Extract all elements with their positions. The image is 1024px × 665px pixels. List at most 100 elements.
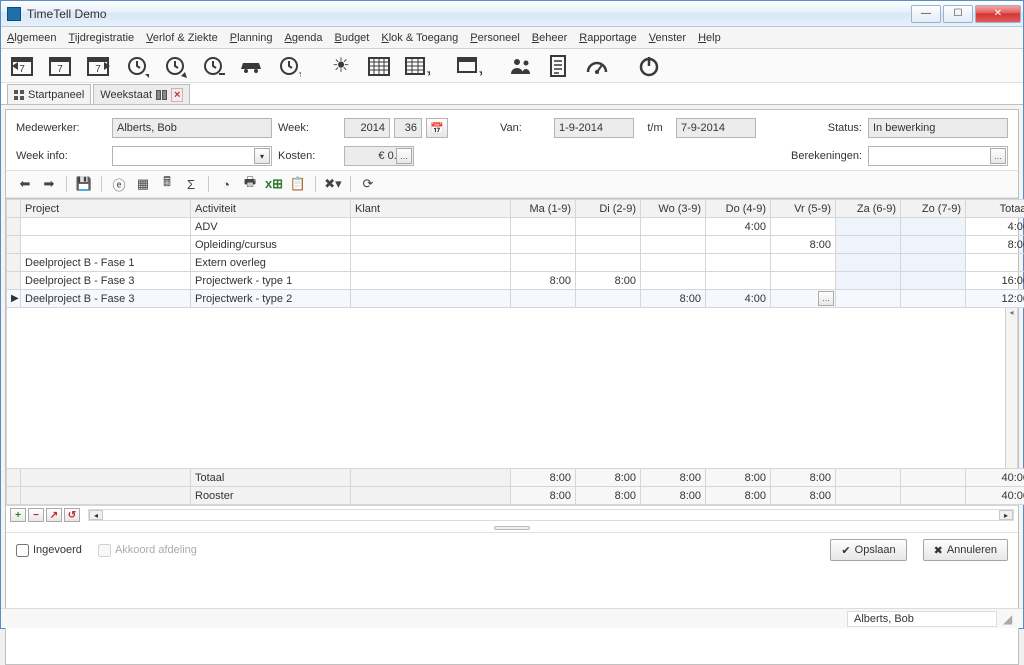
calendar-picker-button[interactable]: 📅 bbox=[426, 118, 448, 138]
resize-grip-icon[interactable]: ◢ bbox=[1003, 612, 1017, 626]
nav-next-icon[interactable]: ➡ bbox=[40, 175, 58, 193]
ellipsis-icon[interactable]: … bbox=[990, 148, 1006, 164]
splitter-handle[interactable] bbox=[6, 524, 1018, 532]
window-maximize-button[interactable]: ☐ bbox=[943, 5, 973, 23]
table-row[interactable]: Deelproject B - Fase 3Projectwerk - type… bbox=[7, 272, 1024, 290]
toolbar-car-icon[interactable] bbox=[237, 52, 265, 80]
col-klant[interactable]: Klant bbox=[351, 200, 511, 218]
window-split-icon bbox=[156, 90, 167, 100]
col-activiteit[interactable]: Activiteit bbox=[191, 200, 351, 218]
toolbar-clock-star-icon[interactable]: ★ bbox=[275, 52, 303, 80]
row-dup-button[interactable]: ↗ bbox=[46, 508, 62, 522]
week-number-field[interactable]: 36 bbox=[394, 118, 422, 138]
menu-venster[interactable]: Venster bbox=[649, 32, 686, 44]
window-minimize-button[interactable]: — bbox=[911, 5, 941, 23]
tm-label: t/m bbox=[640, 122, 670, 134]
toolbar-week-prev-icon[interactable]: 7 bbox=[9, 52, 37, 80]
menu-rapportage[interactable]: Rapportage bbox=[579, 32, 637, 44]
scroll-indicator-icon[interactable]: ◂ bbox=[1005, 308, 1017, 468]
col-vr[interactable]: Vr (5-9) bbox=[771, 200, 836, 218]
menu-verlof-ziekte[interactable]: Verlof & Ziekte bbox=[146, 32, 218, 44]
ellipsis-icon[interactable]: … bbox=[396, 148, 412, 164]
row-header-column bbox=[7, 200, 21, 218]
col-totaal[interactable]: Totaal bbox=[966, 200, 1024, 218]
col-project[interactable]: Project bbox=[21, 200, 191, 218]
col-di[interactable]: Di (2-9) bbox=[576, 200, 641, 218]
menu-help[interactable]: Help bbox=[698, 32, 721, 44]
tab-weekstaat-label: Weekstaat bbox=[100, 89, 152, 101]
print-icon[interactable]: 🖶 bbox=[241, 175, 259, 193]
toolbar-calendar-star-icon[interactable]: ★ bbox=[403, 52, 431, 80]
excel-icon[interactable]: x⊞ bbox=[265, 175, 283, 193]
weekinfo-dropdown[interactable]: ▾ bbox=[112, 146, 272, 166]
toolbar-week-current-icon[interactable]: 7 bbox=[47, 52, 75, 80]
scroll-left-icon[interactable]: ◂ bbox=[89, 510, 103, 520]
window-title: TimeTell Demo bbox=[27, 7, 909, 21]
col-do[interactable]: Do (4-9) bbox=[706, 200, 771, 218]
table-row[interactable]: ADV4:004:00 bbox=[7, 218, 1024, 236]
toolbar-sun-icon[interactable]: ☀ bbox=[327, 52, 355, 80]
euro-icon[interactable]: ⓔ bbox=[110, 175, 128, 193]
calc-icon[interactable]: 🖩 bbox=[158, 175, 176, 193]
row-undo-button[interactable]: ↺ bbox=[64, 508, 80, 522]
toolbar-report-icon[interactable] bbox=[545, 52, 573, 80]
clock-small-icon[interactable]: ◔ bbox=[217, 175, 235, 193]
window-close-button[interactable]: ✕ bbox=[975, 5, 1021, 23]
titlebar: TimeTell Demo — ☐ ✕ bbox=[1, 1, 1023, 27]
refresh-icon[interactable]: ⟳ bbox=[359, 175, 377, 193]
tools-icon[interactable]: ✖▾ bbox=[324, 175, 342, 193]
save-icon[interactable]: 💾 bbox=[75, 175, 93, 193]
ingevoerd-checkbox[interactable]: Ingevoerd bbox=[16, 544, 82, 557]
grid-icon bbox=[14, 90, 24, 100]
scroll-right-icon[interactable]: ▸ bbox=[999, 510, 1013, 520]
opslaan-button[interactable]: ✔ Opslaan bbox=[830, 539, 906, 561]
toolbar-window-star-icon[interactable]: ★ bbox=[455, 52, 483, 80]
col-zo[interactable]: Zo (7-9) bbox=[901, 200, 966, 218]
week-year-field[interactable]: 2014 bbox=[344, 118, 390, 138]
toolbar-clock2-icon[interactable] bbox=[161, 52, 189, 80]
menu-beheer[interactable]: Beheer bbox=[532, 32, 567, 44]
tab-weekstaat[interactable]: Weekstaat × bbox=[93, 84, 190, 104]
menu-agenda[interactable]: Agenda bbox=[285, 32, 323, 44]
tab-startpaneel[interactable]: Startpaneel bbox=[7, 84, 91, 104]
toolbar-gauge-icon[interactable] bbox=[583, 52, 611, 80]
toolbar-clock1-icon[interactable] bbox=[123, 52, 151, 80]
grid-icon[interactable]: ▦ bbox=[134, 175, 152, 193]
toolbar-power-icon[interactable] bbox=[635, 52, 663, 80]
col-za[interactable]: Za (6-9) bbox=[836, 200, 901, 218]
sigma-icon[interactable]: Σ bbox=[182, 175, 200, 193]
toolbar-calendar1-icon[interactable] bbox=[365, 52, 393, 80]
statusbar-user: Alberts, Bob bbox=[847, 611, 997, 627]
row-indicator bbox=[7, 272, 21, 290]
row-indicator bbox=[7, 236, 21, 254]
table-row[interactable]: ▶Deelproject B - Fase 3Projectwerk - typ… bbox=[7, 290, 1024, 308]
menu-budget[interactable]: Budget bbox=[334, 32, 369, 44]
col-wo[interactable]: Wo (3-9) bbox=[641, 200, 706, 218]
table-row[interactable]: Opleiding/cursus8:008:00 bbox=[7, 236, 1024, 254]
van-label: Van: bbox=[500, 122, 548, 134]
toolbar-clock3-icon[interactable] bbox=[199, 52, 227, 80]
row-delete-button[interactable]: − bbox=[28, 508, 44, 522]
menu-algemeen[interactable]: Algemeen bbox=[7, 32, 57, 44]
tab-close-button[interactable]: × bbox=[171, 88, 183, 102]
calendar-icon: 📅 bbox=[430, 122, 444, 135]
menu-personeel[interactable]: Personeel bbox=[470, 32, 520, 44]
list-icon[interactable]: 📋 bbox=[289, 175, 307, 193]
menu-klok-toegang[interactable]: Klok & Toegang bbox=[381, 32, 458, 44]
table-row[interactable]: Deelproject B - Fase 1Extern overleg bbox=[7, 254, 1024, 272]
horizontal-scrollbar[interactable]: ◂ ▸ bbox=[88, 509, 1014, 521]
menu-tijdregistratie[interactable]: Tijdregistratie bbox=[69, 32, 135, 44]
toolbar-people-icon[interactable] bbox=[507, 52, 535, 80]
menu-planning[interactable]: Planning bbox=[230, 32, 273, 44]
cell-picker-button[interactable]: … bbox=[818, 291, 834, 306]
svg-text:7: 7 bbox=[19, 64, 25, 75]
toolbar-week-next-icon[interactable]: 7 bbox=[85, 52, 113, 80]
kosten-field[interactable]: € 0.00 … bbox=[344, 146, 414, 166]
nav-prev-icon[interactable]: ⬅ bbox=[16, 175, 34, 193]
row-add-button[interactable]: + bbox=[10, 508, 26, 522]
medewerker-field[interactable]: Alberts, Bob bbox=[112, 118, 272, 138]
berekeningen-field[interactable]: … bbox=[868, 146, 1008, 166]
grid-row-buttons: + − ↗ ↺ ◂ ▸ bbox=[6, 505, 1018, 524]
col-ma[interactable]: Ma (1-9) bbox=[511, 200, 576, 218]
annuleren-button[interactable]: ✖ Annuleren bbox=[923, 539, 1008, 561]
